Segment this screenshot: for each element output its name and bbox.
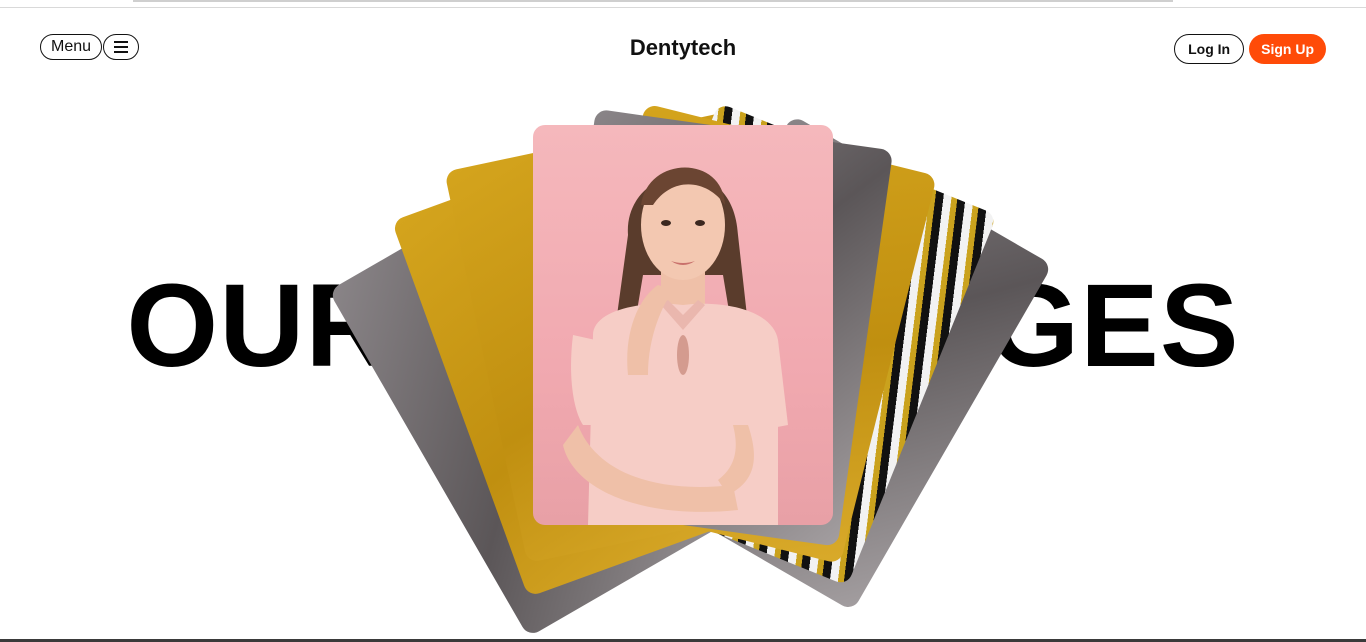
portrait-illustration <box>563 167 788 525</box>
login-button-label: Log In <box>1188 41 1231 57</box>
header-divider <box>0 7 1366 8</box>
top-scroll-indicator <box>133 0 1173 2</box>
login-button[interactable]: Log In <box>1174 34 1245 64</box>
nav-right: Log In Sign Up <box>1174 34 1326 64</box>
signup-button[interactable]: Sign Up <box>1249 34 1326 64</box>
signup-button-label: Sign Up <box>1261 41 1314 57</box>
brand-logo[interactable]: Dentytech <box>0 34 1366 62</box>
featured-image-card[interactable] <box>533 125 833 525</box>
